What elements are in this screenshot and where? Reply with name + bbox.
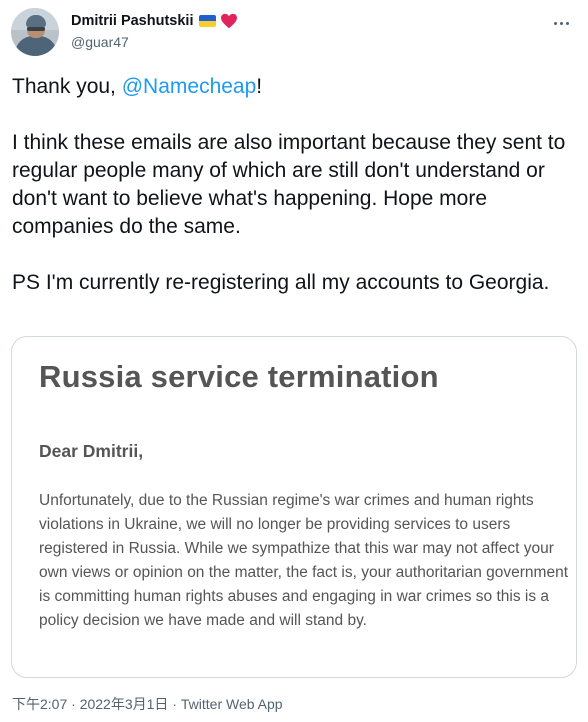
display-name-row[interactable]: Dmitrii Pashutskii [71, 11, 238, 31]
author-info: Dmitrii Pashutskii @guar47 [71, 11, 238, 50]
tweet-line1-prefix: Thank you, [12, 75, 122, 98]
email-body: Unfortunately, due to the Russian regime… [39, 492, 569, 629]
tweet-text: Thank you, @Namecheap! I think these ema… [12, 73, 574, 297]
avatar[interactable] [11, 8, 59, 56]
attached-image[interactable]: Russia service termination Dear Dmitrii,… [11, 336, 577, 678]
author-handle[interactable]: @guar47 [71, 34, 238, 50]
tweet-source[interactable]: Twitter Web App [181, 696, 283, 712]
tweet-line1-suffix: ! [256, 75, 263, 98]
email-greeting: Dear Dmitrii, [39, 441, 144, 461]
meta-separator: · [168, 696, 181, 712]
email-title: Russia service termination [39, 359, 439, 394]
tweet-date[interactable]: 2022年3月1日 [80, 696, 169, 712]
ukraine-flag-icon [199, 15, 217, 27]
tweet-header: Dmitrii Pashutskii @guar47 [11, 8, 577, 60]
tweet-paragraph-2: I think these emails are also important … [12, 131, 566, 238]
meta-separator: · [67, 696, 80, 712]
red-heart-icon [221, 13, 238, 29]
tweet-time[interactable]: 下午2:07 [12, 696, 67, 712]
display-name[interactable]: Dmitrii Pashutskii [71, 13, 193, 29]
tweet-paragraph-1: Thank you, @Namecheap! [12, 73, 574, 101]
tweet-paragraph-3: PS I'm currently re-registering all my a… [12, 271, 550, 294]
more-options-icon[interactable] [549, 14, 573, 32]
tweet-metadata: 下午2:07 · 2022年3月1日 · Twitter Web App [12, 694, 283, 714]
mention-link[interactable]: @Namecheap [122, 75, 257, 98]
